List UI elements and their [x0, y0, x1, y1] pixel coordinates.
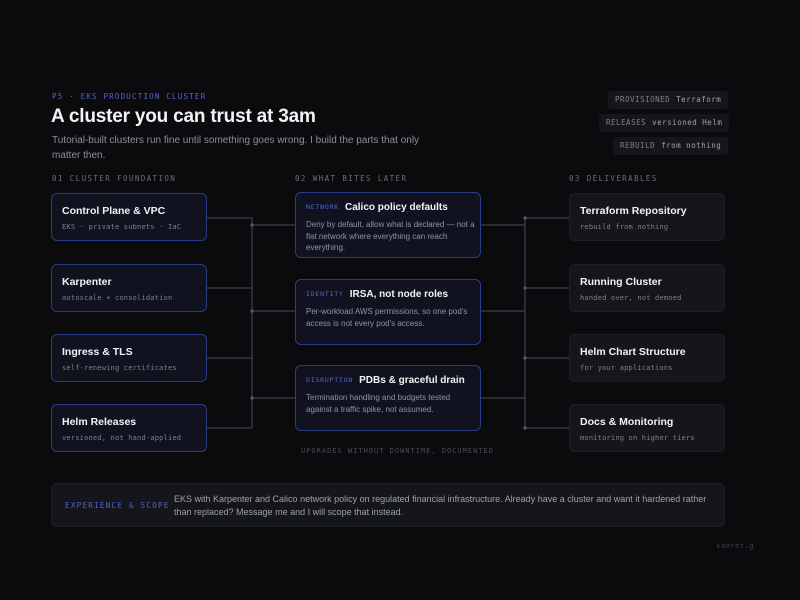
scope-text: EKS with Karpenter and Calico network po…	[174, 494, 707, 517]
signature: sanret.g	[716, 542, 754, 550]
risk-heading: IDENTITY IRSA, not node roles	[306, 289, 448, 300]
risks-footnote: UPGRADES WITHOUT DOWNTIME, DOCUMENTED	[301, 447, 494, 455]
eyebrow-label: P5 · EKS PRODUCTION CLUSTER	[52, 92, 207, 101]
card-subtitle: versioned, not hand-applied	[62, 434, 182, 442]
tag-provisioned: PROVISIONED Terraform	[608, 91, 729, 109]
risk-title: IRSA, not node roles	[349, 289, 449, 300]
risk-category-tag: IDENTITY	[306, 290, 344, 298]
card-subtitle: self-renewing certificates	[62, 364, 177, 372]
risk-title: PDBs & graceful drain	[359, 375, 465, 386]
card-title: Docs & Monitoring	[580, 416, 674, 428]
card-title: Helm Chart Structure	[580, 346, 686, 358]
card-subtitle: handed over, not demoed	[580, 294, 682, 302]
foundation-card-control-plane: Control Plane & VPC EKS · private subnet…	[51, 193, 207, 241]
card-title: Terraform Repository	[580, 205, 687, 217]
tag-value: from nothing	[661, 141, 722, 150]
scope-label: EXPERIENCE & SCOPE	[65, 501, 170, 510]
foundation-card-helm-releases: Helm Releases versioned, not hand-applie…	[51, 404, 207, 452]
risk-card-disruption: DISRUPTION PDBs & graceful drain Terminat…	[295, 365, 481, 431]
tag-releases: RELEASES versioned Helm	[599, 114, 730, 132]
tag-key: RELEASES	[606, 118, 647, 127]
deliverable-card-docs: Docs & Monitoring monitoring on higher t…	[569, 404, 725, 452]
deliverable-card-running-cluster: Running Cluster handed over, not demoed	[569, 264, 725, 312]
tag-key: REBUILD	[620, 141, 656, 150]
foundation-card-ingress: Ingress & TLS self-renewing certificates	[51, 334, 207, 382]
column-heading-risks: 02 WHAT BITES LATER	[295, 174, 408, 183]
card-subtitle: EKS · private subnets · IaC	[62, 223, 182, 231]
card-subtitle: rebuild from nothing	[580, 223, 669, 231]
card-subtitle: for your applications	[580, 364, 673, 372]
risk-description: Termination handling and budgets tested …	[306, 393, 451, 414]
risk-category-tag: DISRUPTION	[306, 376, 354, 384]
column-heading-deliverables: 03 DELIVERABLES	[569, 174, 658, 183]
card-title: Running Cluster	[580, 276, 662, 288]
tag-value: versioned Helm	[652, 118, 723, 127]
risk-category-tag: NETWORK	[306, 203, 339, 211]
deliverable-card-helm-chart: Helm Chart Structure for your applicatio…	[569, 334, 725, 382]
card-title: Karpenter	[62, 276, 112, 288]
risk-heading: NETWORK Calico policy defaults	[306, 202, 448, 213]
tag-rebuild: REBUILD from nothing	[613, 137, 729, 155]
tag-value: Terraform	[676, 95, 722, 104]
risk-title: Calico policy defaults	[345, 202, 448, 213]
risk-heading: DISRUPTION PDBs & graceful drain	[306, 375, 465, 386]
column-heading-foundation: 01 CLUSTER FOUNDATION	[52, 174, 177, 183]
risk-card-network: NETWORK Calico policy defaults Deny by de…	[295, 192, 481, 258]
risk-description: Per-workload AWS permissions, so one pod…	[306, 307, 468, 328]
risk-description: Deny by default, allow what is declared …	[306, 220, 475, 252]
experience-scope-panel: EXPERIENCE & SCOPE EKS with Karpenter an…	[51, 483, 725, 527]
page-title: A cluster you can trust at 3am	[51, 106, 316, 127]
risk-card-identity: IDENTITY IRSA, not node roles Per-workloa…	[295, 279, 481, 345]
card-title: Helm Releases	[62, 416, 137, 428]
card-subtitle: monitoring on higher tiers	[580, 434, 695, 442]
tag-key: PROVISIONED	[615, 95, 671, 104]
page-subtitle: Tutorial-built clusters run fine until s…	[52, 135, 420, 161]
card-title: Control Plane & VPC	[62, 205, 166, 217]
foundation-card-karpenter: Karpenter autoscale + consolidation	[51, 264, 207, 312]
card-title: Ingress & TLS	[62, 346, 133, 358]
deliverable-card-terraform: Terraform Repository rebuild from nothin…	[569, 193, 725, 241]
card-subtitle: autoscale + consolidation	[62, 294, 173, 302]
